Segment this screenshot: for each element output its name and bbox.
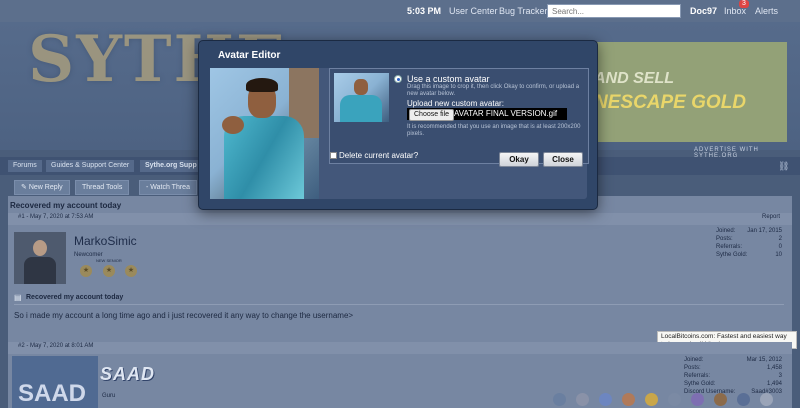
watch-thread-button[interactable]: - Watch Threa bbox=[139, 180, 197, 195]
new-reply-label: New Reply bbox=[28, 184, 63, 191]
delete-avatar-label[interactable]: Delete current avatar? bbox=[339, 151, 418, 160]
delete-avatar-checkbox[interactable] bbox=[330, 152, 337, 159]
stat-value: 10 bbox=[775, 252, 782, 258]
stat-value: Mar 15, 2012 bbox=[746, 357, 782, 363]
avatar-text: SAAD bbox=[18, 380, 87, 407]
post-meta[interactable]: #2 - May 7, 2020 at 8:01 AM bbox=[18, 343, 93, 349]
post-username[interactable]: SAAD bbox=[100, 364, 155, 385]
avatar-thumbnail bbox=[334, 73, 389, 122]
bug-tracker-link[interactable]: Bug Tracker bbox=[499, 6, 548, 16]
reply-icon: ✎ bbox=[21, 184, 29, 191]
badge-icon bbox=[737, 393, 750, 406]
user-stats: Joined: Mar 15, 2012 Posts: 1,458 Referral… bbox=[684, 357, 782, 397]
stat-label: Joined: bbox=[716, 228, 736, 234]
user-role: Guru bbox=[102, 393, 116, 399]
okay-button[interactable]: Okay bbox=[499, 152, 539, 167]
thread-title: Recovered my account today bbox=[10, 201, 122, 210]
new-reply-button[interactable]: ✎ New Reply bbox=[14, 180, 70, 195]
medal-icon: ★ bbox=[80, 265, 92, 277]
choose-file-button[interactable]: Choose file bbox=[409, 109, 455, 121]
stat-label: Referrals: bbox=[684, 373, 711, 379]
breadcrumb-guides-support[interactable]: Guides & Support Center bbox=[46, 160, 135, 172]
badge-icon bbox=[576, 393, 589, 406]
badge-icon bbox=[714, 393, 727, 406]
medal-icon: ★ bbox=[103, 265, 115, 277]
inbox-badge: 3 bbox=[739, 0, 749, 8]
search-input[interactable] bbox=[547, 4, 681, 18]
top-bar: 5:03 PM User Center Bug Tracker Doc97 In… bbox=[0, 0, 800, 22]
stat-value: 0 bbox=[778, 244, 782, 250]
breadcrumb-forums[interactable]: Forums bbox=[8, 160, 42, 172]
clock: 5:03 PM bbox=[407, 6, 442, 16]
document-icon: ▤ bbox=[14, 293, 22, 302]
username-link[interactable]: Doc97 bbox=[690, 6, 717, 16]
stat-label: Posts: bbox=[716, 236, 733, 242]
crop-hint: Drag this image to crop it, then click O… bbox=[407, 84, 580, 97]
medal-icon: ★ bbox=[125, 265, 137, 277]
report-link[interactable]: Report bbox=[762, 214, 780, 220]
alerts-link[interactable]: Alerts bbox=[755, 6, 778, 16]
stat-label: Referrals: bbox=[716, 244, 743, 250]
badge-icon bbox=[691, 393, 704, 406]
post-username[interactable]: MarkoSimic bbox=[74, 234, 137, 248]
badge-icon bbox=[553, 393, 566, 406]
stat-value: 1,494 bbox=[766, 381, 782, 387]
user-center-link[interactable]: User Center bbox=[449, 6, 498, 16]
avatar[interactable]: SAAD bbox=[12, 356, 98, 408]
banner-ad[interactable]: AND SELL NESCAPE GOLD bbox=[590, 42, 787, 142]
post-title: Recovered my account today bbox=[26, 294, 124, 301]
badge-icon bbox=[668, 393, 681, 406]
divider bbox=[14, 304, 784, 305]
close-button[interactable]: Close bbox=[543, 152, 583, 167]
size-recommendation: It is recommended that you use an image … bbox=[407, 124, 581, 137]
stat-label: Posts: bbox=[684, 365, 701, 371]
user-rank: NEW SENIOR bbox=[96, 258, 122, 263]
dialog-title: Avatar Editor bbox=[218, 50, 281, 61]
stat-label: Discord Username: bbox=[684, 389, 736, 395]
link-icon[interactable]: ⛓ bbox=[778, 161, 789, 171]
selected-file-name: AVATAR FINAL VERSION.gif bbox=[454, 109, 558, 118]
avatar[interactable] bbox=[14, 232, 66, 284]
badge-icon bbox=[599, 393, 612, 406]
stat-value: Jan 17, 2015 bbox=[747, 228, 782, 234]
stat-label: Joined: bbox=[684, 357, 704, 363]
avatar-crop-preview[interactable] bbox=[210, 68, 319, 199]
ad-line-2: NESCAPE GOLD bbox=[594, 92, 747, 113]
upload-label: Upload new custom avatar: bbox=[407, 99, 504, 108]
stat-value: 3 bbox=[778, 373, 782, 379]
ad-line-1: AND SELL bbox=[594, 70, 674, 87]
stat-label: Sythe Gold: bbox=[716, 252, 748, 258]
stat-label: Sythe Gold: bbox=[684, 381, 716, 387]
breadcrumb-sythe-support[interactable]: Sythe.org Supp bbox=[140, 160, 202, 172]
badge-icon bbox=[645, 393, 658, 406]
badge-icon bbox=[622, 393, 635, 406]
post-header: #2 - May 7, 2020 at 8:01 AM bbox=[8, 342, 792, 354]
user-stats: Joined: Jan 17, 2015 Posts: 2 Referrals: 0 … bbox=[716, 228, 782, 260]
thread-tools-button[interactable]: Thread Tools bbox=[75, 180, 130, 195]
custom-avatar-radio[interactable] bbox=[394, 75, 402, 83]
stat-value: 1,458 bbox=[766, 365, 782, 371]
lock-icon bbox=[760, 393, 773, 406]
post-header: #1 - May 7, 2020 at 7:53 AM Report bbox=[8, 213, 792, 225]
custom-avatar-label[interactable]: Use a custom avatar bbox=[407, 74, 490, 84]
post-meta[interactable]: #1 - May 7, 2020 at 7:53 AM bbox=[18, 214, 93, 220]
post-message: So i made my account a long time ago and… bbox=[14, 311, 354, 320]
stat-value: 2 bbox=[778, 236, 782, 242]
